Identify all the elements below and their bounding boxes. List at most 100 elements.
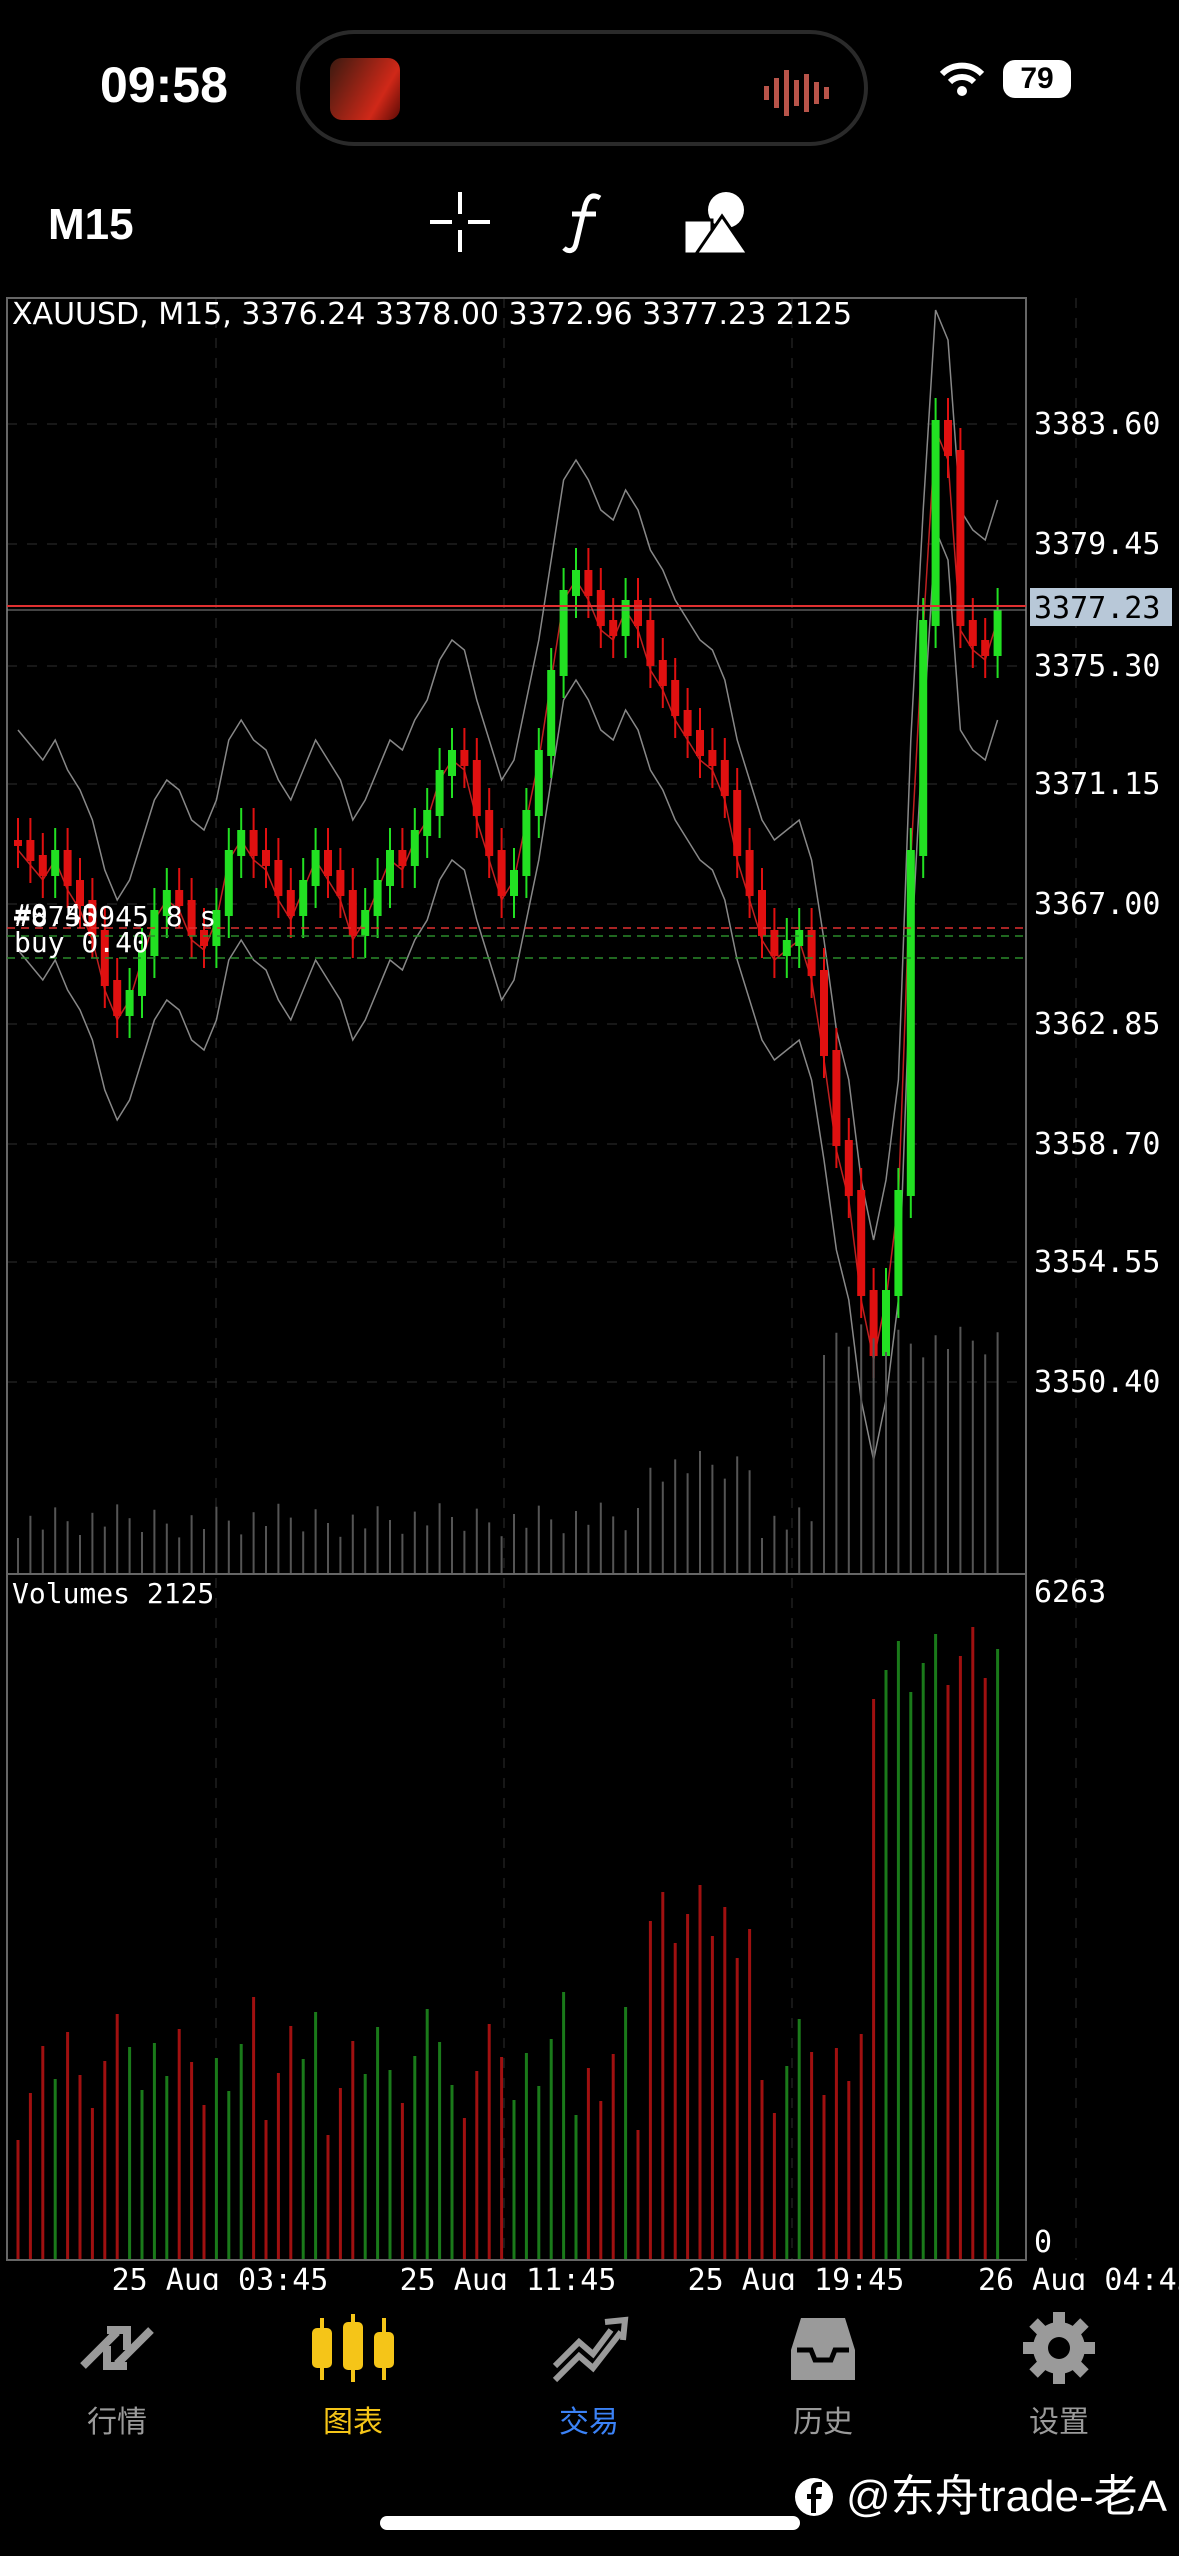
volume-axis-min: 0 bbox=[1034, 2225, 1052, 2260]
time-tick: 25 Aug 19:45 bbox=[688, 2263, 905, 2290]
volume-header: Volumes 2125 bbox=[12, 1577, 214, 1610]
price-tick: 3371.15 bbox=[1034, 767, 1160, 802]
tab-settings[interactable]: 设置 bbox=[964, 2310, 1154, 2441]
dynamic-island[interactable] bbox=[296, 30, 868, 146]
candle-body bbox=[944, 420, 952, 456]
candle-body bbox=[658, 660, 667, 686]
candle-body bbox=[38, 855, 47, 876]
candle-body bbox=[807, 930, 816, 976]
tab-trade[interactable]: 交易 bbox=[494, 2310, 684, 2441]
watermark-text: @东舟trade-老A bbox=[846, 2472, 1167, 2521]
price-tick: 3358.70 bbox=[1034, 1127, 1160, 1162]
candle-body bbox=[770, 930, 779, 956]
candle-body bbox=[708, 750, 717, 766]
current-price-label: 3377.23 bbox=[1034, 591, 1160, 626]
candle-body bbox=[410, 830, 419, 866]
tab-chart[interactable]: 图表 bbox=[258, 2310, 448, 2441]
candle-body bbox=[795, 930, 804, 946]
candle-body bbox=[224, 850, 233, 916]
tab-history[interactable]: 历史 bbox=[728, 2310, 918, 2441]
function-icon[interactable] bbox=[560, 190, 610, 254]
battery-indicator: 79 bbox=[1003, 60, 1071, 98]
candle-body bbox=[472, 760, 481, 816]
order-label-buy: buy 0.40 bbox=[14, 926, 149, 959]
candle-body bbox=[262, 850, 270, 866]
tab-history-label: 历史 bbox=[793, 2406, 853, 2439]
time-tick: 26 Aug 04:45 bbox=[978, 2263, 1179, 2290]
timeframe-button[interactable]: M15 bbox=[48, 200, 134, 250]
time-axis: 25 Aug 03:45 25 Aug 11:45 25 Aug 19:45 26 A… bbox=[112, 2263, 1179, 2290]
candle-body bbox=[448, 750, 456, 776]
now-playing-thumbnail bbox=[330, 58, 400, 120]
crosshair-icon[interactable] bbox=[428, 190, 492, 254]
candle-body bbox=[906, 850, 915, 1196]
candle-body bbox=[832, 1050, 841, 1146]
chart-header: XAUUSD, M15, 3376.24 3378.00 3372.96 337… bbox=[12, 297, 852, 332]
candle-body bbox=[683, 710, 692, 736]
candle-body bbox=[820, 970, 828, 1056]
bollinger-bands bbox=[17, 309, 999, 1461]
candle-body bbox=[125, 990, 134, 1016]
bollinger-lower bbox=[17, 529, 999, 1461]
candle-body bbox=[720, 760, 729, 796]
bottom-tab-bar: 行情 图表 交易 历史 设置 bbox=[0, 2310, 1179, 2470]
volume-axis-max: 6263 bbox=[1034, 1575, 1106, 1610]
settings-icon bbox=[1023, 2312, 1095, 2384]
candle-body bbox=[919, 620, 928, 856]
candle-body bbox=[26, 840, 35, 861]
time-tick: 25 Aug 03:45 bbox=[112, 2263, 329, 2290]
candle-body bbox=[348, 890, 357, 936]
candle-body bbox=[894, 1190, 903, 1296]
candle-body bbox=[733, 790, 742, 856]
candle-body bbox=[510, 870, 518, 896]
candle-body bbox=[745, 850, 754, 896]
candle-body bbox=[299, 880, 308, 916]
candle-body bbox=[311, 850, 320, 886]
price-tick: 3362.85 bbox=[1034, 1007, 1160, 1042]
price-axis: 3383.60 3379.45 3375.30 3371.15 3367.00 3362.… bbox=[1034, 407, 1160, 1400]
price-tick: 3350.40 bbox=[1034, 1365, 1160, 1400]
candle-body bbox=[634, 600, 642, 626]
candle-body bbox=[572, 570, 580, 596]
candle-body bbox=[485, 810, 494, 856]
chart-icon bbox=[312, 2314, 394, 2382]
objects-icon[interactable] bbox=[682, 190, 750, 256]
candle-body bbox=[646, 620, 655, 666]
candle-body bbox=[274, 860, 283, 896]
candle-body bbox=[398, 850, 407, 866]
history-icon bbox=[791, 2318, 855, 2380]
chart-grid bbox=[7, 298, 1077, 2260]
price-tick: 3367.00 bbox=[1034, 887, 1160, 922]
candle-body bbox=[361, 910, 370, 936]
candle-body bbox=[534, 750, 543, 816]
price-tick: 3375.30 bbox=[1034, 649, 1160, 684]
audio-wave-icon bbox=[764, 70, 829, 116]
candle-body bbox=[237, 830, 246, 856]
candle-body bbox=[782, 940, 791, 956]
candle-body bbox=[249, 830, 258, 856]
candle-body bbox=[51, 850, 60, 876]
home-indicator[interactable] bbox=[380, 2516, 800, 2530]
watermark: @东舟trade-老A bbox=[794, 2460, 1167, 2524]
candle-body bbox=[336, 870, 345, 896]
candle-body bbox=[844, 1140, 853, 1196]
tab-chart-label: 图表 bbox=[323, 2406, 383, 2439]
price-tick: 3383.60 bbox=[1034, 407, 1160, 442]
trade-icon bbox=[552, 2316, 629, 2383]
price-tick: 3354.55 bbox=[1034, 1245, 1160, 1280]
tab-settings-label: 设置 bbox=[1029, 2406, 1089, 2439]
candle-body bbox=[968, 620, 977, 646]
price-chart[interactable]: XAUUSD, M15, 3376.24 3378.00 3372.96 337… bbox=[0, 290, 1179, 2290]
tab-quotes[interactable]: 行情 bbox=[22, 2310, 212, 2441]
candle-body bbox=[596, 590, 605, 626]
candle-body bbox=[113, 980, 122, 1016]
candle-body bbox=[696, 730, 704, 756]
candle-body bbox=[609, 620, 618, 636]
tab-trade-label: 交易 bbox=[559, 2406, 619, 2439]
candle-body bbox=[324, 850, 332, 876]
candle-body bbox=[547, 670, 556, 756]
candle-body bbox=[522, 810, 531, 876]
candle-body bbox=[14, 840, 22, 846]
wifi-icon bbox=[939, 62, 984, 96]
quotes-icon bbox=[80, 2326, 154, 2370]
